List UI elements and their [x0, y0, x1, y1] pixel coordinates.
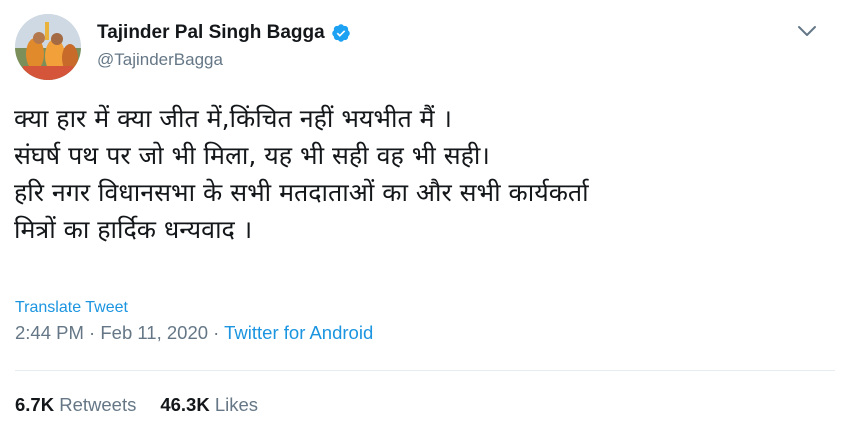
avatar[interactable] [15, 14, 81, 80]
meta-separator: · [83, 322, 101, 343]
tweet-text-line: संघर्ष पथ पर जो भी मिला, यह भी सही वह भी… [14, 141, 490, 170]
tweet-meta: 2:44 PM · Feb 11, 2020 · Twitter for And… [15, 322, 373, 344]
chevron-down-icon[interactable] [796, 22, 818, 40]
tweet-text-line: क्या हार में क्या जीत में,किंचित नहीं भय… [14, 104, 453, 133]
likes-label: Likes [214, 394, 259, 415]
meta-separator: · [208, 322, 225, 343]
tweet-time: 2:44 PM [15, 322, 84, 343]
verified-badge-icon [331, 24, 350, 42]
tweet-text-line: मित्रों का हार्दिक धन्यवाद । [14, 215, 253, 244]
tweet-card: Tajinder Pal Singh Bagga @TajinderBagga … [0, 0, 850, 436]
retweets-label: Retweets [59, 394, 137, 415]
author-display-name[interactable]: Tajinder Pal Singh Bagga [97, 22, 325, 44]
likes-count: 46.3K [160, 394, 210, 415]
tweet-source-link[interactable]: Twitter for Android [224, 322, 373, 343]
translate-tweet-link[interactable]: Translate Tweet [15, 299, 128, 317]
tweet-stats: 6.7K Retweets 46.3K Likes [15, 394, 258, 416]
tweet-text-line: हरि नगर विधानसभा के सभी मतदाताओं का और स… [14, 178, 589, 207]
avatar-photo [15, 14, 81, 80]
tweet-date: Feb 11, 2020 [100, 322, 209, 343]
retweets-stat[interactable]: 6.7K Retweets [15, 394, 136, 415]
author-handle[interactable]: @TajinderBagga [97, 50, 223, 70]
author-name-row[interactable]: Tajinder Pal Singh Bagga [97, 22, 351, 44]
divider [15, 370, 835, 371]
retweets-count: 6.7K [15, 394, 55, 415]
tweet-text: क्या हार में क्या जीत में,किंचित नहीं भय… [14, 100, 834, 248]
likes-stat[interactable]: 46.3K Likes [160, 394, 258, 415]
